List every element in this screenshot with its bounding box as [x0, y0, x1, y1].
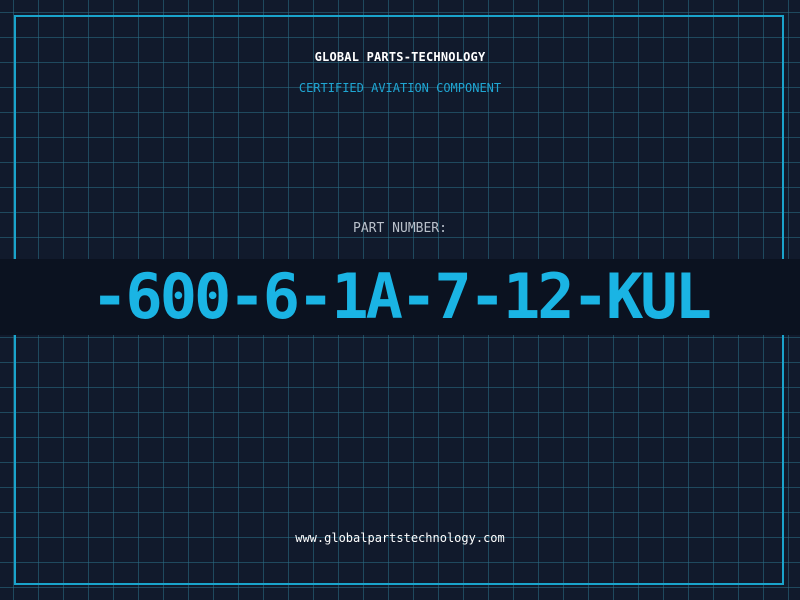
website-url: www.globalpartstechnology.com	[295, 531, 505, 545]
part-card: GLOBAL PARTS-TECHNOLOGY CERTIFIED AVIATI…	[0, 0, 800, 600]
company-name: GLOBAL PARTS-TECHNOLOGY	[314, 50, 486, 64]
part-number-band: -600-6-1A-7-12-KUL	[0, 259, 800, 335]
part-number-value: -600-6-1A-7-12-KUL	[91, 260, 712, 333]
certification-subtitle: CERTIFIED AVIATION COMPONENT	[298, 81, 502, 95]
part-number-label: PART NUMBER:	[353, 221, 447, 236]
